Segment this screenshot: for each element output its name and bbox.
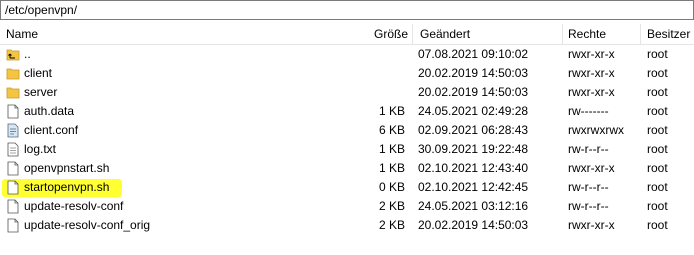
file-owner: root bbox=[647, 104, 668, 118]
column-divider[interactable] bbox=[562, 24, 563, 44]
file-name: startopenvpn.sh bbox=[24, 180, 110, 194]
file-owner: root bbox=[647, 142, 668, 156]
file-name: update-resolv-conf bbox=[24, 199, 124, 213]
file-size: 1 KB bbox=[378, 142, 405, 156]
file-permissions: rwxr-xr-x bbox=[568, 47, 615, 61]
file-modified: 02.09.2021 06:28:43 bbox=[418, 123, 529, 137]
file-permissions: rwxr-xr-x bbox=[568, 85, 615, 99]
column-owner[interactable]: Besitzer bbox=[647, 27, 690, 41]
column-modified[interactable]: Geändert bbox=[420, 27, 470, 41]
file-modified: 20.02.2019 14:50:03 bbox=[418, 66, 529, 80]
file-size: 6 KB bbox=[378, 123, 405, 137]
file-row[interactable]: openvpnstart.sh 1 KB 02.10.2021 12:43:40… bbox=[0, 159, 694, 178]
file-permissions: rw-r--r-- bbox=[568, 180, 609, 194]
file-icon bbox=[7, 199, 19, 214]
text-file-icon bbox=[7, 142, 19, 157]
file-row[interactable]: log.txt 1 KB 30.09.2021 19:22:48 rw-r--r… bbox=[0, 140, 694, 159]
file-row[interactable]: .. 07.08.2021 09:10:02 rwxr-xr-x root bbox=[0, 45, 694, 64]
file-modified: 20.02.2019 14:50:03 bbox=[418, 218, 529, 232]
path-bar[interactable]: /etc/openvpn/ bbox=[0, 0, 694, 20]
column-header: Name Größe Geändert Rechte Besitzer bbox=[0, 24, 694, 45]
file-owner: root bbox=[647, 218, 668, 232]
config-file-icon bbox=[7, 123, 19, 138]
file-size: 1 KB bbox=[378, 104, 405, 118]
parent-folder-icon bbox=[6, 49, 20, 61]
file-icon bbox=[7, 218, 19, 233]
file-size: 1 KB bbox=[378, 161, 405, 175]
file-permissions: rw-r--r-- bbox=[568, 199, 609, 213]
file-modified: 24.05.2021 03:12:16 bbox=[418, 199, 529, 213]
column-divider[interactable] bbox=[640, 24, 641, 44]
file-owner: root bbox=[647, 85, 668, 99]
file-size: 2 KB bbox=[378, 199, 405, 213]
file-list: .. 07.08.2021 09:10:02 rwxr-xr-x root cl… bbox=[0, 45, 694, 235]
folder-icon bbox=[6, 87, 20, 99]
file-name: auth.data bbox=[24, 104, 75, 118]
file-row[interactable]: update-resolv-conf_orig 2 KB 20.02.2019 … bbox=[0, 216, 694, 235]
file-modified: 02.10.2021 12:43:40 bbox=[418, 161, 529, 175]
column-divider[interactable] bbox=[412, 24, 413, 44]
file-modified: 30.09.2021 19:22:48 bbox=[418, 142, 529, 156]
file-owner: root bbox=[647, 199, 668, 213]
path-text: /etc/openvpn/ bbox=[5, 3, 78, 17]
column-permissions[interactable]: Rechte bbox=[568, 27, 606, 41]
file-modified: 07.08.2021 09:10:02 bbox=[418, 47, 529, 61]
file-permissions: rwxr-xr-x bbox=[568, 161, 615, 175]
file-owner: root bbox=[647, 180, 668, 194]
file-name: client bbox=[24, 66, 53, 80]
file-name: log.txt bbox=[24, 142, 57, 156]
file-row[interactable]: update-resolv-conf 2 KB 24.05.2021 03:12… bbox=[0, 197, 694, 216]
file-name: .. bbox=[24, 47, 31, 61]
file-name: openvpnstart.sh bbox=[24, 161, 110, 175]
file-owner: root bbox=[647, 47, 668, 61]
file-size: 2 KB bbox=[378, 218, 405, 232]
file-permissions: rw-r--r-- bbox=[568, 142, 609, 156]
file-owner: root bbox=[647, 123, 668, 137]
column-size[interactable]: Größe bbox=[374, 27, 408, 41]
file-icon bbox=[7, 180, 19, 195]
file-permissions: rwxrwxrwx bbox=[568, 123, 624, 137]
file-modified: 02.10.2021 12:42:45 bbox=[418, 180, 529, 194]
file-modified: 24.05.2021 02:49:28 bbox=[418, 104, 529, 118]
file-row[interactable]: auth.data 1 KB 24.05.2021 02:49:28 rw---… bbox=[0, 102, 694, 121]
file-name: client.conf bbox=[24, 123, 79, 137]
file-permissions: rw------- bbox=[568, 104, 609, 118]
file-icon bbox=[7, 161, 19, 176]
file-permissions: rwxr-xr-x bbox=[568, 66, 615, 80]
file-modified: 20.02.2019 14:50:03 bbox=[418, 85, 529, 99]
file-row[interactable]: server 20.02.2019 14:50:03 rwxr-xr-x roo… bbox=[0, 83, 694, 102]
file-row[interactable]: client 20.02.2019 14:50:03 rwxr-xr-x roo… bbox=[0, 64, 694, 83]
file-icon bbox=[7, 104, 19, 119]
file-name: update-resolv-conf_orig bbox=[24, 218, 151, 232]
file-row[interactable]: client.conf 6 KB 02.09.2021 06:28:43 rwx… bbox=[0, 121, 694, 140]
column-name[interactable]: Name bbox=[6, 27, 38, 41]
file-size: 0 KB bbox=[378, 180, 405, 194]
folder-icon bbox=[6, 68, 20, 80]
file-name: server bbox=[24, 85, 58, 99]
file-permissions: rwxr-xr-x bbox=[568, 218, 615, 232]
file-row[interactable]: startopenvpn.sh 0 KB 02.10.2021 12:42:45… bbox=[0, 178, 694, 197]
file-owner: root bbox=[647, 161, 668, 175]
file-owner: root bbox=[647, 66, 668, 80]
